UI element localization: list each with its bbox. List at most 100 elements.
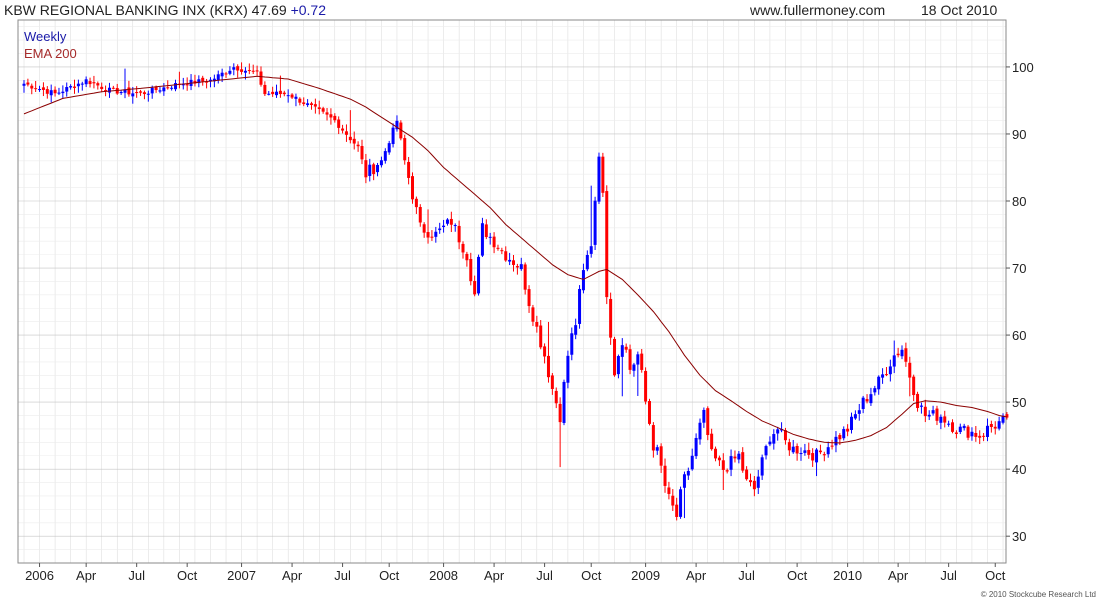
candle-body <box>84 79 88 85</box>
candle-body <box>846 428 850 432</box>
candle-body <box>515 266 519 268</box>
candle-body <box>636 354 640 365</box>
candle-body <box>776 429 780 434</box>
x-tick-label: Oct <box>581 568 602 583</box>
candle-body <box>228 70 232 74</box>
candle-body <box>38 89 42 91</box>
candle-body <box>892 355 896 367</box>
candle-body <box>325 112 329 115</box>
x-tick-label: Oct <box>379 568 400 583</box>
candle-body <box>504 251 508 261</box>
candle-body <box>496 247 500 249</box>
candle-body <box>667 487 671 494</box>
y-tick-label: 90 <box>1012 127 1026 142</box>
candle-body <box>570 333 574 355</box>
candle-body <box>601 156 605 193</box>
candle-body <box>554 390 558 404</box>
candle-body <box>53 89 57 94</box>
candle-body <box>958 426 962 433</box>
candle-body <box>589 246 593 254</box>
candle-body <box>939 416 943 423</box>
candle-body <box>706 408 710 436</box>
candle-body <box>550 375 554 389</box>
candle-body <box>45 89 49 94</box>
candle-body <box>764 446 768 456</box>
candle-body <box>733 456 737 459</box>
candle-body <box>954 432 958 434</box>
candle-body <box>418 206 422 223</box>
x-axis: 2006 Apr Jul Oct 2007 Apr Jul Oct 2008 Apr Jul Oct 2… <box>25 563 1006 583</box>
candle-body <box>309 103 313 105</box>
x-tick-label: 2008 <box>429 568 458 583</box>
x-tick-label: Apr <box>282 568 303 583</box>
candle-body <box>791 446 795 453</box>
candle-body <box>317 107 321 110</box>
x-tick-label: Jul <box>738 568 755 583</box>
candle-body <box>912 376 916 396</box>
x-tick-label: Apr <box>484 568 505 583</box>
candle-body <box>22 83 26 86</box>
candle-body <box>313 104 317 107</box>
candle-body <box>947 423 951 425</box>
x-tick-label: 2006 <box>25 568 54 583</box>
candle-body <box>88 81 92 85</box>
candle-body <box>107 87 111 93</box>
candle-body <box>725 470 729 472</box>
candle-body <box>644 370 648 402</box>
candle-body <box>473 281 477 295</box>
candle-body <box>162 87 166 92</box>
candle-body <box>333 115 337 121</box>
candle-body <box>978 435 982 438</box>
candle-body <box>869 394 873 404</box>
x-tick-label: Oct <box>985 568 1006 583</box>
candle-body <box>298 98 302 103</box>
candle-body <box>651 425 655 451</box>
candle-body <box>616 356 620 375</box>
candle-body <box>294 96 298 99</box>
legend-weekly: Weekly <box>24 29 67 44</box>
candle-body <box>387 143 391 153</box>
candle-body <box>679 489 683 517</box>
candle-body <box>480 223 484 256</box>
candle-body <box>830 445 834 447</box>
candle-body <box>216 74 220 81</box>
candle-body <box>376 164 380 173</box>
candle-body <box>585 254 589 270</box>
candle-body <box>737 453 741 460</box>
candle-body <box>306 103 310 106</box>
candle-body <box>803 450 807 453</box>
copyright: © 2010 Stockcube Research Ltd <box>981 590 1096 599</box>
candle-body <box>760 457 764 476</box>
candle-body <box>842 429 846 439</box>
candle-body <box>445 219 449 224</box>
candle-body <box>251 70 255 72</box>
candle-body <box>329 114 333 118</box>
candle-body <box>73 86 77 88</box>
candle-body <box>558 403 562 423</box>
legend-ema: EMA 200 <box>24 46 77 61</box>
candle-body <box>850 416 854 430</box>
candle-body <box>488 236 492 238</box>
x-tick-label: Apr <box>888 568 909 583</box>
candle-body <box>865 399 869 402</box>
y-tick-label: 80 <box>1012 194 1026 209</box>
candle-body <box>111 87 115 89</box>
candle-body <box>422 224 426 233</box>
candle-body <box>632 364 636 371</box>
candles <box>22 62 1009 521</box>
candle-body <box>896 353 900 356</box>
y-tick-label: 50 <box>1012 395 1026 410</box>
candle-body <box>360 146 364 160</box>
candle-body <box>523 264 527 290</box>
candle-body <box>919 405 923 407</box>
candle-body <box>391 127 395 145</box>
candle-body <box>900 349 904 357</box>
x-tick-label: Oct <box>177 568 198 583</box>
candle-body <box>368 164 372 176</box>
candle-body <box>142 92 146 95</box>
candle-body <box>119 91 123 94</box>
y-tick-label: 100 <box>1012 60 1034 75</box>
candle-body <box>818 450 822 453</box>
candle-body <box>985 425 989 437</box>
candle-body <box>290 94 294 98</box>
